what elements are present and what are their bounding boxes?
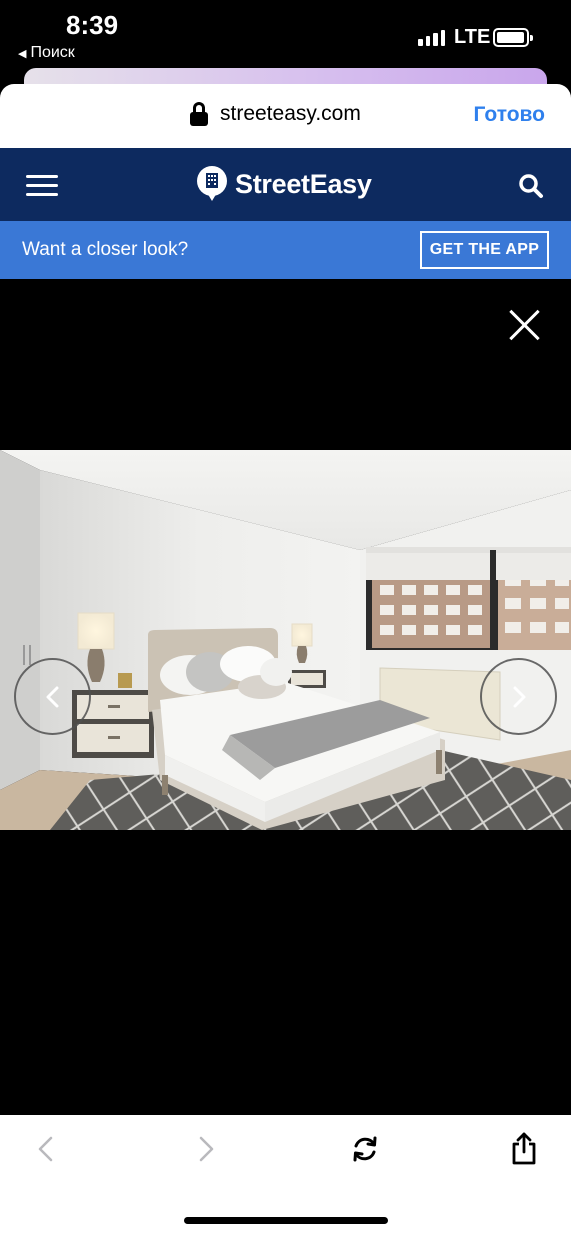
home-indicator[interactable] (184, 1217, 388, 1224)
url-text: streeteasy.com (220, 102, 361, 125)
clock: 8:39 (66, 10, 119, 40)
forward-icon (199, 1136, 214, 1162)
close-icon[interactable] (508, 308, 542, 342)
streeteasy-logo[interactable]: StreetEasy (197, 166, 372, 202)
signal-icon (418, 30, 445, 46)
back-icon (38, 1136, 53, 1162)
back-triangle-icon: ◀ (18, 47, 27, 60)
back-to-app[interactable]: ◀ Поиск (18, 44, 75, 62)
back-button[interactable] (26, 1129, 66, 1169)
done-button[interactable]: Готово (474, 103, 545, 127)
reload-button[interactable] (345, 1129, 385, 1169)
url-bar[interactable]: streeteasy.com (190, 102, 361, 126)
chevron-right-icon (513, 686, 525, 707)
promo-text: Want a closer look? (22, 239, 189, 260)
listing-photo[interactable] (0, 450, 571, 830)
logo-building-icon (197, 166, 227, 202)
share-icon (512, 1132, 536, 1165)
browser-header: streeteasy.com Готово (0, 84, 571, 148)
battery-icon (493, 28, 533, 47)
back-to-app-label: Поиск (30, 44, 75, 61)
next-photo-button[interactable] (480, 658, 557, 735)
hamburger-menu-icon[interactable] (26, 175, 58, 197)
share-button[interactable] (504, 1129, 544, 1169)
previous-photo-button[interactable] (14, 658, 91, 735)
search-icon[interactable] (518, 173, 544, 199)
logo-text: StreetEasy (235, 168, 372, 199)
reload-icon (353, 1136, 377, 1162)
forward-button[interactable] (186, 1129, 226, 1169)
bedroom-photo-illustration (0, 450, 571, 830)
lock-icon (190, 102, 208, 126)
get-the-app-button[interactable]: GET THE APP (420, 231, 549, 269)
network-type: LTE (454, 26, 491, 48)
chevron-left-icon (46, 686, 58, 707)
app-promo-banner: Want a closer look? GET THE APP (0, 221, 571, 279)
browser-toolbar (0, 1115, 571, 1235)
site-header: StreetEasy (0, 148, 571, 221)
